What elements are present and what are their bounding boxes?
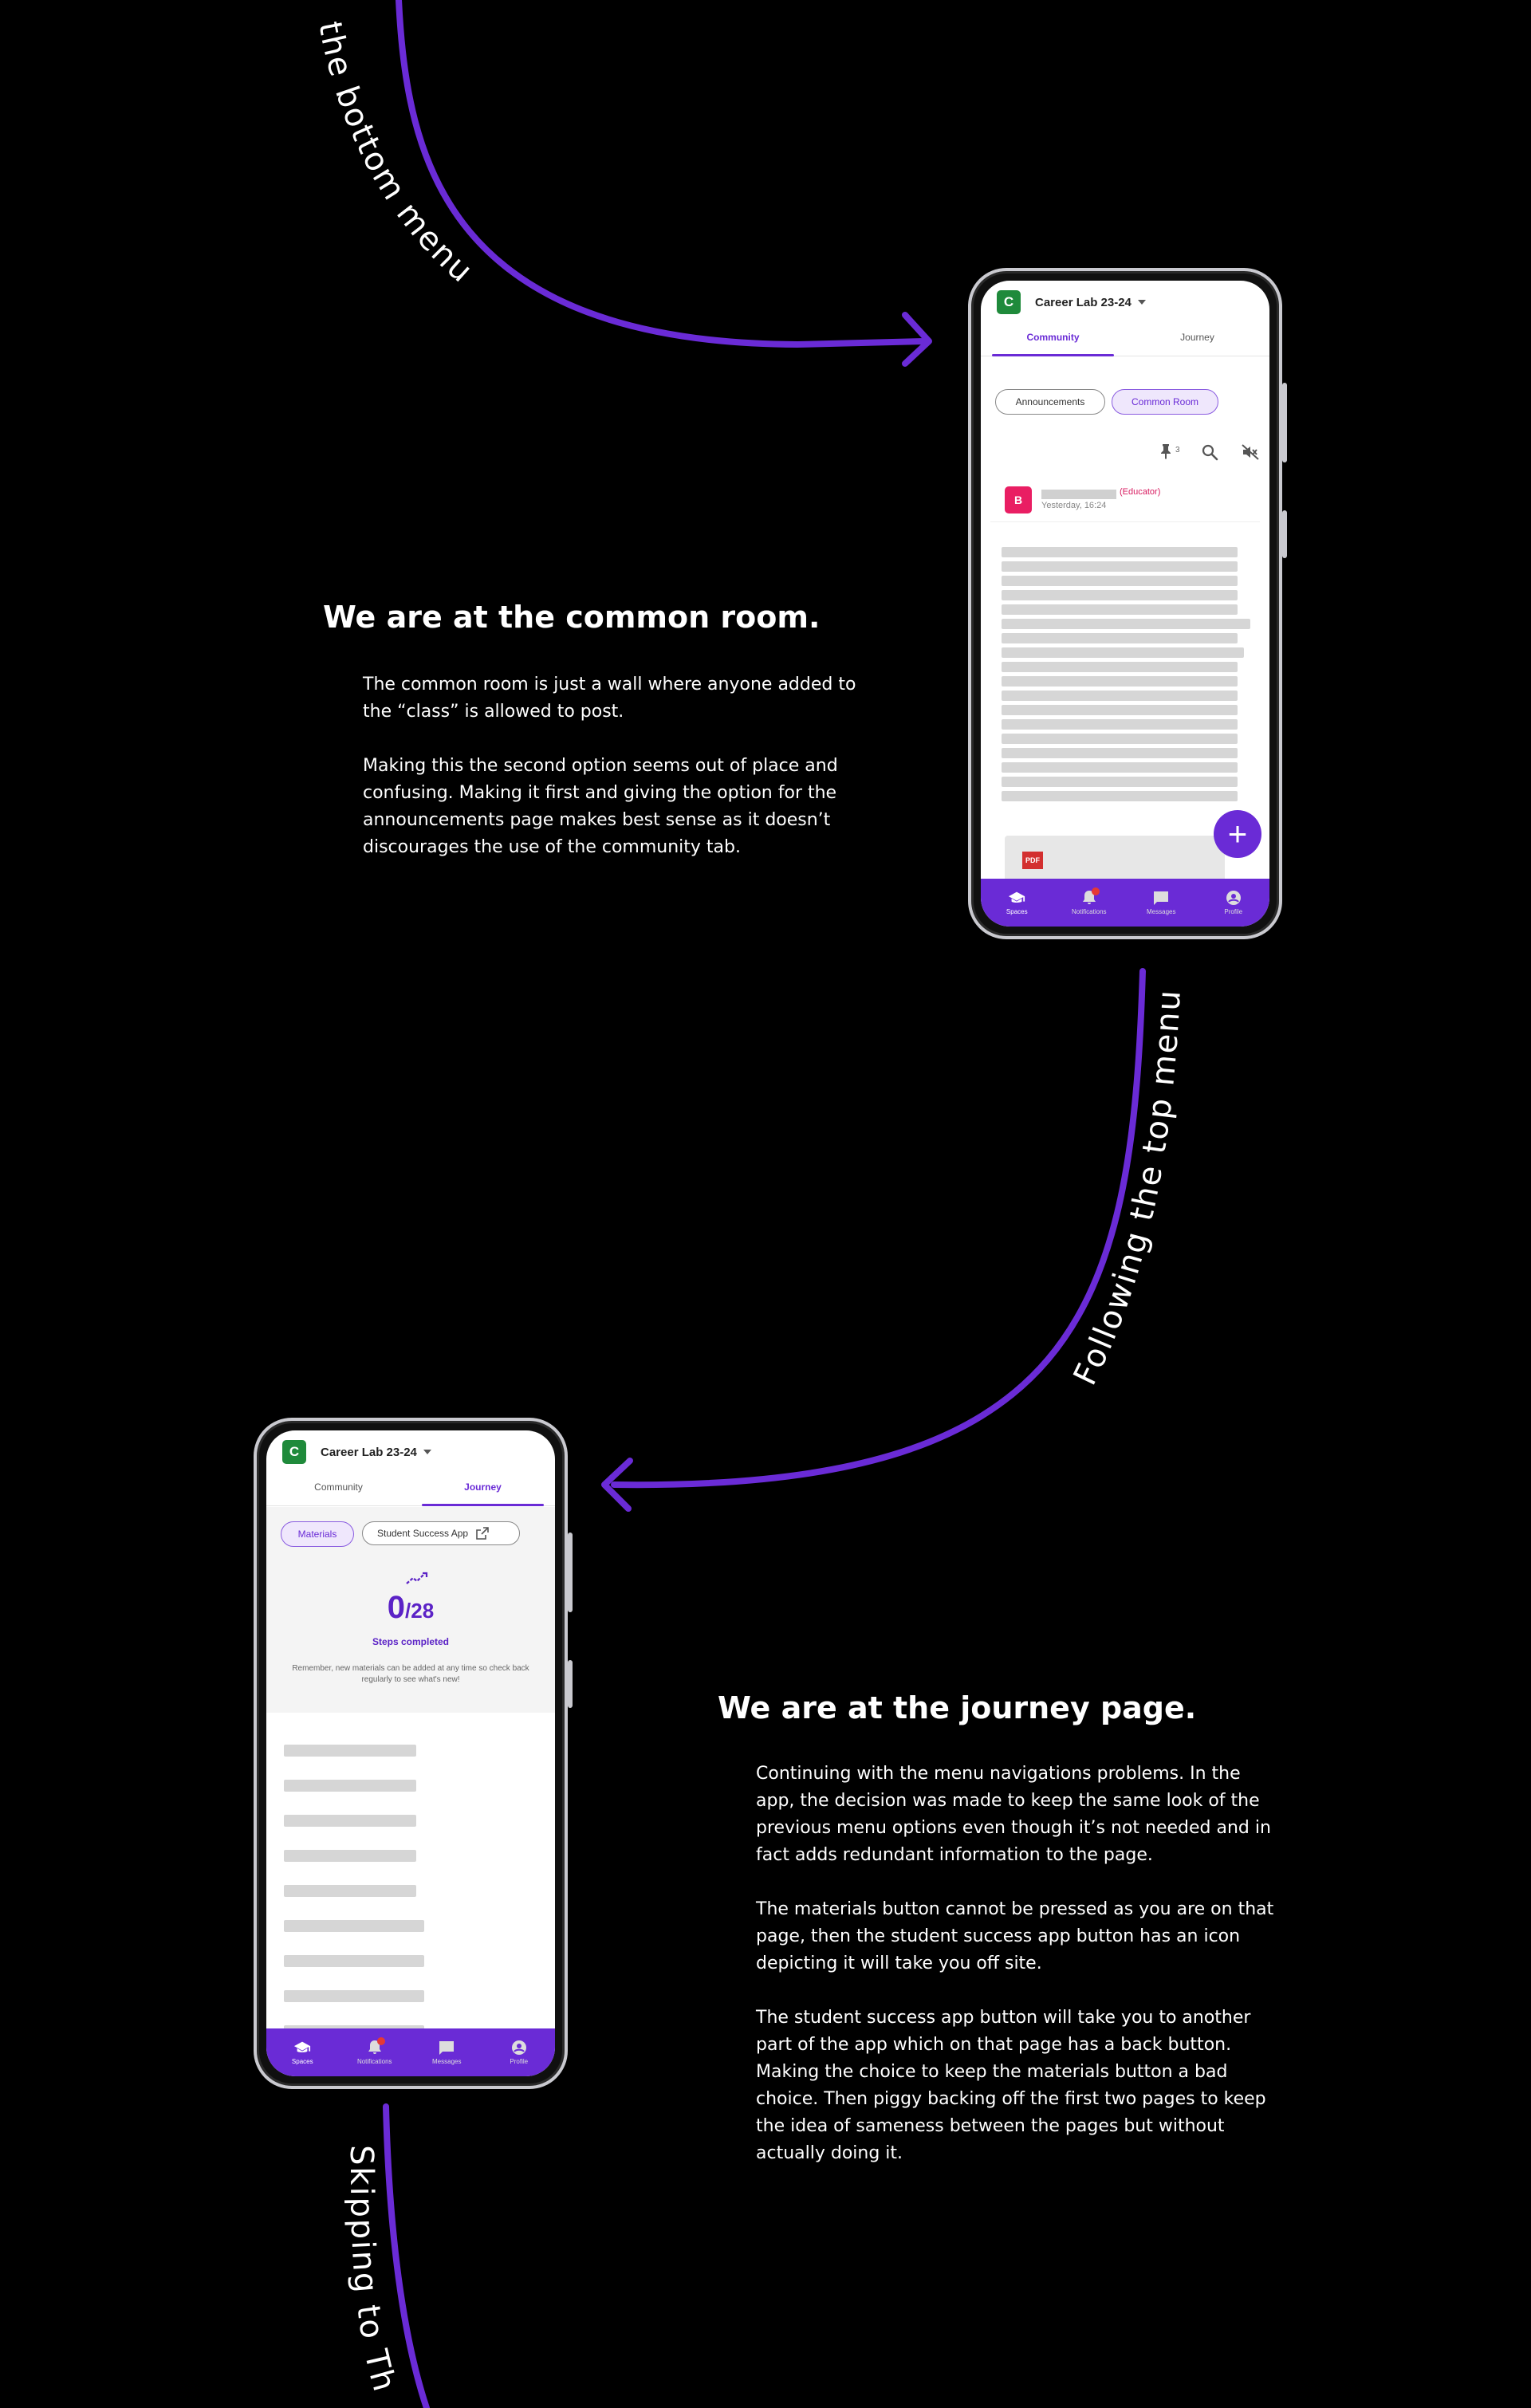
- pinned-button[interactable]: 3: [1159, 443, 1188, 461]
- volume-off-icon[interactable]: [1241, 443, 1260, 461]
- post-avatar: B: [1005, 486, 1032, 513]
- space-avatar: C: [997, 290, 1021, 314]
- tab-journey[interactable]: Journey: [1125, 327, 1269, 356]
- steps-label: Steps completed: [372, 1636, 450, 1647]
- flow-label-top: the bottom menu: [311, 18, 480, 290]
- notification-dot: [376, 2037, 385, 2045]
- chevron-down-icon: [1137, 300, 1146, 305]
- space-avatar: C: [282, 1440, 306, 1464]
- top-tabs: Community Journey: [981, 327, 1269, 356]
- space-title: Career Lab 23-24: [321, 1445, 417, 1459]
- phone-common-room: C Career Lab 23-24 Community Journey Ann…: [968, 268, 1287, 939]
- account-circle-icon: [1226, 891, 1241, 905]
- section2-heading: We are at the journey page.: [718, 1690, 1197, 1725]
- section2-body: Continuing with the menu navigations pro…: [756, 1761, 1274, 2194]
- chat-icon: [1154, 891, 1169, 905]
- graduation-cap-icon: [1009, 891, 1025, 903]
- nav-label: Profile: [510, 2058, 529, 2065]
- tab-community[interactable]: Community: [266, 1477, 411, 1505]
- bottom-nav: Spaces Notifications Messages Profile: [981, 879, 1269, 927]
- nav-label: Messages: [432, 2058, 462, 2065]
- post-author-role: (Educator): [1120, 487, 1161, 497]
- notification-dot: [1091, 887, 1100, 895]
- steps-done: 0: [387, 1590, 406, 1625]
- pin-icon: [1161, 444, 1171, 459]
- arrow-right: [611, 968, 1146, 1489]
- nav-messages[interactable]: Messages: [1125, 879, 1198, 927]
- top-tabs: Community Journey: [266, 1477, 555, 1506]
- section1-paragraph: Making this the second option seems out …: [363, 756, 838, 857]
- pdf-attachment[interactable]: PDF: [1005, 836, 1225, 883]
- chip-materials: Materials: [281, 1521, 354, 1547]
- nav-notifications[interactable]: Notifications: [1053, 879, 1126, 927]
- chevron-down-icon: [423, 1450, 431, 1454]
- trend-icon: [406, 1572, 428, 1584]
- post-author-redacted: [1041, 490, 1116, 499]
- nav-spaces[interactable]: Spaces: [981, 879, 1053, 927]
- materials-note: Remember, new materials can be added at …: [292, 1664, 529, 1684]
- phone1-screen: C Career Lab 23-24 Community Journey Ann…: [981, 281, 1269, 927]
- nav-spaces[interactable]: Spaces: [266, 2028, 339, 2076]
- flow-label-right: Following the top menu: [1067, 988, 1188, 1391]
- space-header[interactable]: C Career Lab 23-24: [981, 281, 1269, 324]
- section1-heading: We are at the common room.: [323, 600, 821, 635]
- journey-progress-panel: Materials Student Success App 0/28 Steps…: [266, 1507, 555, 1713]
- nav-label: Spaces: [1006, 908, 1028, 915]
- nav-messages[interactable]: Messages: [411, 2028, 483, 2076]
- create-post-button[interactable]: +: [1214, 810, 1261, 858]
- arrow-top: [396, 0, 928, 348]
- nav-label: Profile: [1224, 908, 1243, 915]
- nav-label: Notifications: [356, 2058, 392, 2065]
- pinned-count: 3: [1175, 446, 1180, 454]
- phone-journey: C Career Lab 23-24 Community Journey Mat…: [254, 1418, 573, 2089]
- tab-community[interactable]: Community: [981, 327, 1125, 356]
- bell-icon: [1080, 887, 1100, 906]
- pdf-icon: PDF: [1022, 852, 1043, 869]
- section2-paragraph: Continuing with the menu navigations pro…: [756, 1764, 1271, 1865]
- tab-journey[interactable]: Journey: [411, 1477, 555, 1506]
- bell-icon: [366, 2037, 385, 2056]
- student-success-app-button[interactable]: Student Success App: [362, 1521, 520, 1545]
- nav-profile[interactable]: Profile: [1198, 879, 1270, 927]
- steps-counter: 0/28: [266, 1590, 555, 1626]
- steps-total: /28: [405, 1599, 435, 1623]
- open-in-new-icon: [476, 1527, 489, 1540]
- chat-icon: [439, 2041, 455, 2055]
- nav-label: Messages: [1147, 908, 1176, 915]
- nav-label: Spaces: [291, 2058, 313, 2065]
- section1-paragraph: The common room is just a wall where any…: [363, 675, 856, 722]
- graduation-cap-icon: [294, 2041, 311, 2052]
- nav-notifications[interactable]: Notifications: [339, 2028, 411, 2076]
- section2-paragraph: The student success app button will take…: [756, 2008, 1266, 2163]
- post-header: B (Educator) Yesterday, 16:24: [990, 477, 1260, 522]
- chip-announcements[interactable]: Announcements: [995, 389, 1105, 415]
- chip-label: Student Success App: [377, 1528, 469, 1539]
- post-timestamp: Yesterday, 16:24: [1041, 501, 1107, 510]
- section1-body: The common room is just a wall where any…: [363, 671, 857, 888]
- nav-profile[interactable]: Profile: [483, 2028, 556, 2076]
- section2-paragraph: The materials button cannot be pressed a…: [756, 1899, 1274, 1973]
- phone2-screen: C Career Lab 23-24 Community Journey Mat…: [266, 1430, 555, 2076]
- account-circle-icon: [511, 2040, 526, 2055]
- space-header[interactable]: C Career Lab 23-24: [266, 1430, 555, 1474]
- nav-label: Notifications: [1071, 908, 1107, 915]
- space-title: Career Lab 23-24: [1035, 295, 1132, 309]
- bottom-nav: Spaces Notifications Messages Profile: [266, 2028, 555, 2076]
- search-icon[interactable]: [1201, 443, 1218, 461]
- chip-common-room[interactable]: Common Room: [1112, 389, 1218, 415]
